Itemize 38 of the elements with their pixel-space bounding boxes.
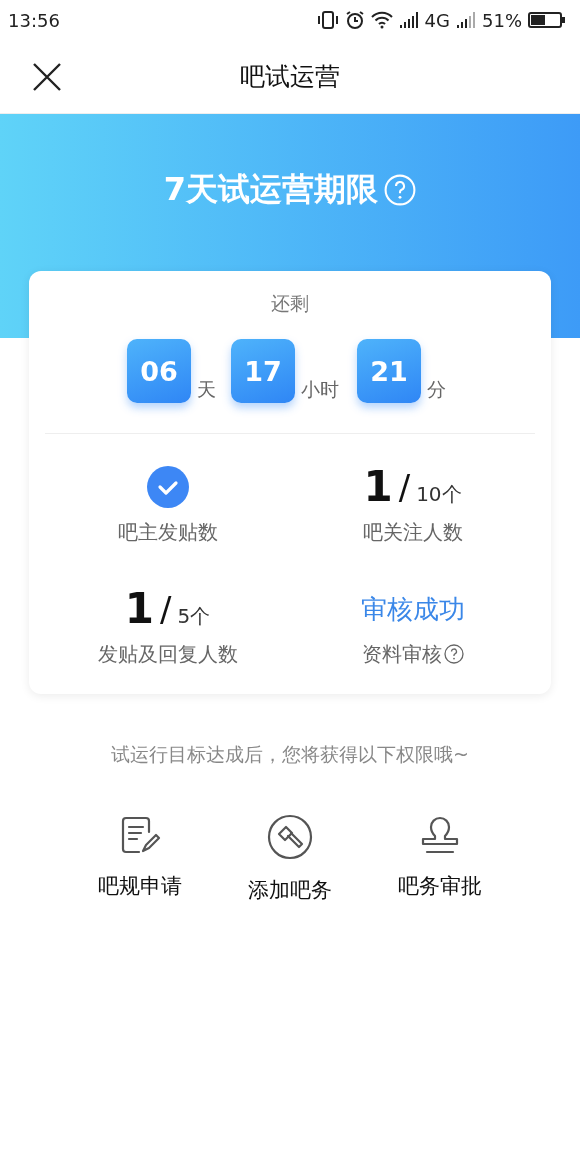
signal-icon (398, 11, 419, 29)
network-type: 4G (424, 9, 450, 31)
battery-icon (528, 11, 566, 29)
status-time: 13:56 (8, 9, 60, 31)
stamp-icon (419, 814, 461, 856)
countdown-tile: 06 (127, 339, 191, 403)
slash: / (160, 592, 172, 626)
countdown-tile: 17 (231, 339, 295, 403)
goal-label: 吧关注人数 (362, 522, 463, 542)
hint-text: 试运行目标达成后，您将获得以下权限哦~ (111, 743, 469, 765)
vibrate-icon (316, 10, 339, 30)
perk-label: 添加吧务 (248, 877, 332, 904)
slash: / (398, 470, 411, 504)
goal-label: 吧主发贴数 (117, 522, 218, 542)
gavel-icon (267, 814, 313, 860)
goal-label: 发贴及回复人数 (97, 644, 238, 664)
countdown-unit: 分 (427, 377, 446, 402)
count-target: 10个 (416, 484, 462, 504)
wifi-icon (370, 11, 393, 29)
perk-label: 吧务审批 (398, 873, 482, 900)
perk-label: 吧规申请 (98, 873, 182, 900)
countdown-unit: 小时 (301, 377, 339, 402)
help-icon[interactable] (443, 644, 464, 664)
status-text: 审核成功 (360, 596, 465, 622)
count-value: 1 (363, 466, 393, 508)
countdown-unit: 天 (197, 377, 216, 402)
countdown-tile: 21 (357, 339, 421, 403)
remaining-label: 还剩 (271, 292, 309, 314)
banner-title: 7天试运营期限 (163, 169, 379, 210)
battery-percent: 51% (482, 9, 522, 31)
alarm-icon (344, 10, 365, 30)
count-target: 5个 (177, 606, 211, 626)
document-edit-icon (119, 814, 161, 856)
page-title: 吧试运营 (240, 61, 340, 93)
signal-icon (456, 11, 476, 29)
goal-label: 资料审核 (361, 644, 442, 664)
count-value: 1 (124, 588, 154, 630)
close-icon[interactable] (32, 62, 62, 92)
